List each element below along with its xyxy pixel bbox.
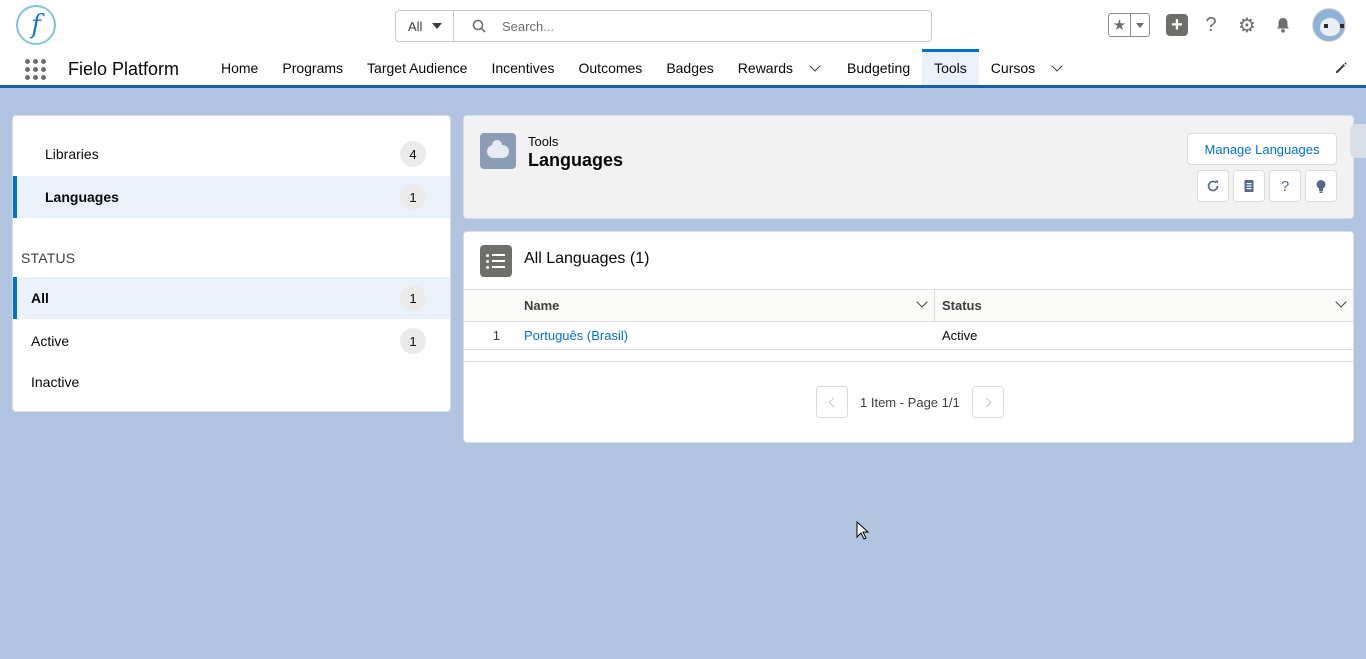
nav-tab-outcomes[interactable]: Outcomes [567,50,655,85]
nav-tab-label: Programs [282,59,344,76]
app-name: Fielo Platform [68,59,180,79]
global-actions-plus-icon[interactable]: + [1166,14,1188,36]
previous-page-button[interactable] [816,386,848,418]
nav-tab-label: Home [221,59,259,76]
status-filter-label: All [31,290,49,306]
nav-tab-target-audience[interactable]: Target Audience [355,50,479,85]
nav-tab-label: Rewards [737,59,794,76]
count-badge: 1 [400,328,426,354]
sidebar-item-libraries[interactable]: Libraries 4 [13,133,450,175]
nav-tab-programs[interactable]: Programs [270,50,355,85]
language-status: Active [942,328,978,343]
app-launcher-icon[interactable] [25,59,46,80]
nav-tab-label: Outcomes [578,59,643,76]
nav-tabs: Home Programs Target Audience Incentives… [209,49,1077,85]
column-header-status[interactable]: Status [942,290,1353,321]
search-scope-dropdown[interactable]: All [396,11,454,41]
column-label: Status [942,298,982,313]
table-header: Name Status [464,289,1353,322]
utility-side-tab[interactable] [1350,124,1366,158]
languages-list-card: All Languages (1) Name Status 1 Portuguê… [463,231,1354,443]
divider [464,361,1353,362]
tools-sidebar: Libraries 4 Languages 1 STATUS All 1 Act… [12,115,451,412]
edit-nav-pencil-icon[interactable] [1334,61,1348,75]
search-scope-label: All [408,18,423,34]
logo-glyph: f [31,10,41,40]
notebook-icon[interactable] [1233,170,1265,202]
page-header: Tools Languages Manage Languages ? [463,115,1354,219]
notifications-bell-icon[interactable] [1270,12,1296,38]
mouse-cursor-icon [856,521,870,540]
chevron-down-icon[interactable] [809,59,821,72]
count-badge: 4 [400,141,426,167]
setup-gear-icon[interactable]: ⚙ [1234,12,1260,38]
user-avatar[interactable] [1312,8,1346,42]
app-navigation-bar: Fielo Platform Home Programs Target Audi… [0,49,1366,88]
favorites-dropdown[interactable] [1131,14,1149,36]
favorites-button[interactable]: ★ [1108,13,1150,37]
nav-tab-tools[interactable]: Tools [922,49,979,85]
search-field [454,11,931,41]
status-filter-all[interactable]: All 1 [13,277,450,319]
count-badge: 1 [400,285,426,311]
nav-tab-label: Budgeting [847,59,911,76]
list-title: All Languages (1) [524,250,650,267]
count-badge: 1 [400,184,426,210]
header-utilities: ★ + ? ⚙ [1108,8,1346,42]
sidebar-item-languages[interactable]: Languages 1 [13,176,450,218]
refresh-icon[interactable] [1197,170,1229,202]
status-filter-label: Inactive [31,374,80,390]
list-view-icon [480,245,512,277]
nav-tab-badges[interactable]: Badges [654,50,725,85]
chevron-down-icon[interactable] [1335,296,1347,308]
star-icon: ★ [1109,14,1131,36]
table-row: 1 Português (Brasil) Active [464,322,1353,350]
nav-tab-label: Target Audience [367,59,468,76]
nav-tab-home[interactable]: Home [209,50,270,85]
status-section-heading: STATUS [21,250,76,266]
manage-languages-button[interactable]: Manage Languages [1187,133,1337,165]
chevron-left-icon [828,397,839,407]
nav-tab-label: Cursos [990,59,1036,76]
column-label: Name [524,298,560,313]
chevron-right-icon [981,397,992,407]
salesforce-cloud-icon [480,133,516,169]
chevron-down-icon[interactable] [1051,59,1063,72]
help-icon[interactable]: ? [1269,170,1301,202]
page-header-subtitle: Tools [528,134,559,149]
global-header: f All ★ + ? ⚙ [0,0,1366,50]
global-search: All [395,10,932,42]
search-icon [472,19,486,33]
status-filter-label: Active [31,333,70,349]
next-page-button[interactable] [971,386,1004,418]
status-filter-active[interactable]: Active 1 [13,320,450,362]
fielo-logo[interactable]: f [16,5,56,45]
column-header-name[interactable]: Name [524,290,934,321]
nav-tab-label: Tools [934,59,967,76]
help-icon[interactable]: ? [1198,12,1224,38]
nav-tab-budgeting[interactable]: Budgeting [835,50,922,85]
caret-down-icon [432,23,443,29]
nav-tab-label: Badges [666,59,714,76]
lightbulb-icon[interactable] [1305,170,1337,202]
nav-tab-label: Incentives [491,59,555,76]
nav-tab-incentives[interactable]: Incentives [479,50,566,85]
chevron-down-icon[interactable] [916,296,928,308]
status-filter-inactive[interactable]: Inactive [13,361,450,403]
caret-down-icon [1136,22,1144,28]
nav-tab-rewards[interactable]: Rewards [726,50,835,85]
sidebar-item-label: Languages [45,189,119,205]
pagination: 1 Item - Page 1/1 [816,386,1004,418]
page-title: Languages [528,150,624,170]
pagination-text: 1 Item - Page 1/1 [860,394,960,410]
nav-tab-cursos[interactable]: Cursos [979,50,1077,85]
header-icon-buttons: ? [1197,170,1337,202]
row-number: 1 [492,328,500,343]
search-input[interactable] [502,18,882,34]
column-divider[interactable] [934,290,935,321]
language-name-link[interactable]: Português (Brasil) [524,322,628,349]
sidebar-item-label: Libraries [45,146,99,162]
